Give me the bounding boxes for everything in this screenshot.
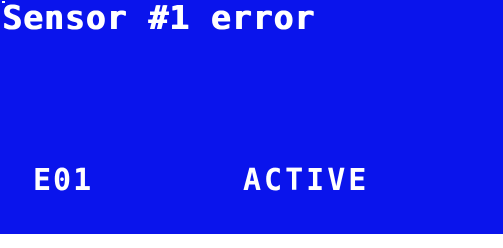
error-status: ACTIVE [243, 163, 370, 198]
lcd-display: Sensor #1 error E01 ACTIVE [0, 0, 503, 248]
display-bottom-border [0, 234, 503, 248]
error-code: E01 [33, 163, 94, 198]
display-title: Sensor #1 error [2, 0, 316, 37]
